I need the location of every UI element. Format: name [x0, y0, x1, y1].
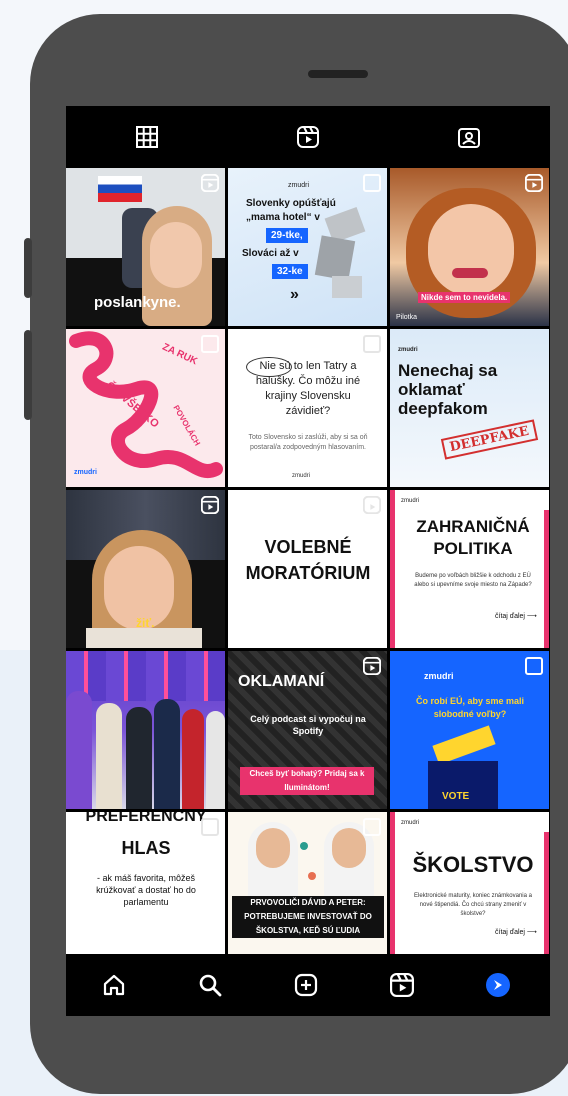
- tile-caption: žiť.: [136, 616, 155, 630]
- search-icon: [199, 974, 222, 997]
- read-more-link: čítaj ďalej ⟶: [495, 613, 537, 620]
- post-tile-10[interactable]: [66, 651, 225, 809]
- profile-tabs: [66, 106, 550, 168]
- brand-logo: zmudri: [398, 347, 418, 353]
- profile-avatar-icon: [486, 973, 510, 997]
- bottom-navigation: [66, 954, 550, 1016]
- tile-body: Budeme po voľbách bližšie k odchodu z EÚ…: [414, 573, 532, 588]
- phone-speaker: [308, 70, 368, 78]
- grid-icon: [135, 126, 158, 148]
- brand-logo: zmudri: [401, 498, 420, 504]
- post-tile-9[interactable]: zmudri ZAHRANIČNÁ POLITIKA Budeme po voľ…: [390, 490, 549, 648]
- deepfake-stamp: DEEPFAKE: [440, 419, 538, 460]
- read-more-link: čítaj ďalej ⟶: [495, 929, 537, 936]
- nav-home[interactable]: [66, 954, 162, 1016]
- tile-title: Čo robí EÚ, aby sme mali slobodné voľby?: [415, 696, 525, 719]
- brand-logo: zmudri: [288, 182, 310, 189]
- tile-body: Toto Slovensko si zaslúži, aby si sa oň …: [248, 434, 368, 451]
- home-icon: [103, 974, 125, 996]
- post-tile-15[interactable]: zmudri ŠKOLSTVO Elektronické maturity, k…: [390, 812, 549, 970]
- post-tile-6[interactable]: zmudri Nenechaj sa oklamať deepfakom DEE…: [390, 329, 549, 487]
- reel-icon: [363, 657, 381, 675]
- tile-caption: poslankyne.: [94, 294, 181, 311]
- tile-caption: Nikde sem to nevidela.: [418, 292, 511, 303]
- vote-label: VOTE: [442, 791, 470, 802]
- brand-logo: zmudri: [292, 473, 311, 479]
- reel-icon: [201, 496, 219, 514]
- tab-tagged[interactable]: [388, 106, 549, 168]
- post-tile-11[interactable]: OKLAMANÍ Celý podcast si vypočuj na Spot…: [228, 651, 387, 809]
- carousel-icon: [363, 174, 381, 192]
- brand-logo: zmudri: [74, 469, 97, 476]
- tile-title: HLAS: [121, 838, 171, 858]
- tile-title: PREFERENČNÝ: [85, 812, 207, 825]
- post-tile-14[interactable]: PRVOVOLIČI DÁVID A PETER: POTREBUJEME IN…: [228, 812, 387, 970]
- tile-title: Nenechaj sa oklamať deepfakom: [398, 361, 498, 418]
- post-tile-12[interactable]: zmudri Čo robí EÚ, aby sme mali slobodné…: [390, 651, 549, 809]
- reel-icon: [525, 174, 543, 192]
- carousel-icon: [363, 335, 381, 353]
- tile-title: ZAHRANIČNÁ POLITIKA: [416, 517, 530, 558]
- tile-body: Elektronické maturity, koniec známkovani…: [414, 893, 532, 917]
- tab-grid[interactable]: [66, 106, 227, 168]
- tile-body: PRVOVOLIČI DÁVID A PETER: POTREBUJEME IN…: [232, 896, 384, 938]
- tile-highlight: 32-ke: [272, 264, 308, 279]
- carousel-icon: [363, 818, 381, 836]
- tile-title: VOLEBNÉ MORATÓRIUM: [245, 537, 371, 583]
- brand-logo: zmudri: [401, 820, 420, 826]
- post-tile-7[interactable]: žiť.: [66, 490, 225, 648]
- add-post-icon: [294, 973, 318, 997]
- tab-reels[interactable]: [227, 106, 388, 168]
- reels-icon: [296, 126, 319, 148]
- reels-icon: [390, 973, 414, 997]
- brand-logo: zmudri: [424, 671, 454, 681]
- tile-title: ŠKOLSTVO: [412, 852, 534, 877]
- tile-subcaption: Pilotka: [396, 314, 418, 321]
- carousel-icon: [525, 657, 543, 675]
- nav-create[interactable]: [258, 954, 354, 1016]
- post-tile-2[interactable]: zmudri Slovenky opúšťajú „mama hotel“ v …: [228, 168, 387, 326]
- carousel-icon: [201, 818, 219, 836]
- reel-icon: [201, 174, 219, 192]
- carousel-icon: [201, 335, 219, 353]
- nav-profile[interactable]: [450, 954, 546, 1016]
- tile-highlight: 29-tke,: [266, 228, 308, 243]
- nav-reels[interactable]: [354, 954, 450, 1016]
- tile-text: „mama hotel“ v: [246, 212, 320, 223]
- tagged-user-icon: [457, 128, 480, 148]
- tile-arrow: »: [290, 286, 299, 303]
- nav-search[interactable]: [162, 954, 258, 1016]
- post-tile-1[interactable]: poslankyne.: [66, 168, 225, 326]
- tile-body: Celý podcast si vypočuj na Spotify: [250, 714, 366, 736]
- volume-up-button: [24, 238, 32, 298]
- profile-screen: poslankyne. zmudri Slovenky opúšťajú „ma…: [66, 106, 550, 1016]
- post-tile-3[interactable]: Nikde sem to nevidela. Pilotka: [390, 168, 549, 326]
- tile-text: Slováci až v: [242, 248, 299, 259]
- post-tile-4[interactable]: ZA RUK ČO VŠETKO POVOLÁCH zmudri: [66, 329, 225, 487]
- tile-body: - ak máš favorita, môžeš krúžkovať a dos…: [96, 873, 196, 907]
- post-grid: poslankyne. zmudri Slovenky opúšťajú „ma…: [66, 168, 550, 970]
- volume-down-button: [24, 330, 32, 420]
- post-tile-13[interactable]: PREFERENČNÝ HLAS - ak máš favorita, môže…: [66, 812, 225, 970]
- reel-icon: [363, 496, 381, 514]
- tile-title: OKLAMANÍ: [238, 673, 325, 690]
- post-tile-5[interactable]: Nie sú to len Tatry a halušky. Čo môžu i…: [228, 329, 387, 487]
- post-tile-8[interactable]: VOLEBNÉ MORATÓRIUM: [228, 490, 387, 648]
- tile-text: Slovenky opúšťajú: [246, 198, 336, 209]
- tile-cta: Chceš byť bohatý? Pridaj sa k Iluminátom…: [240, 767, 374, 795]
